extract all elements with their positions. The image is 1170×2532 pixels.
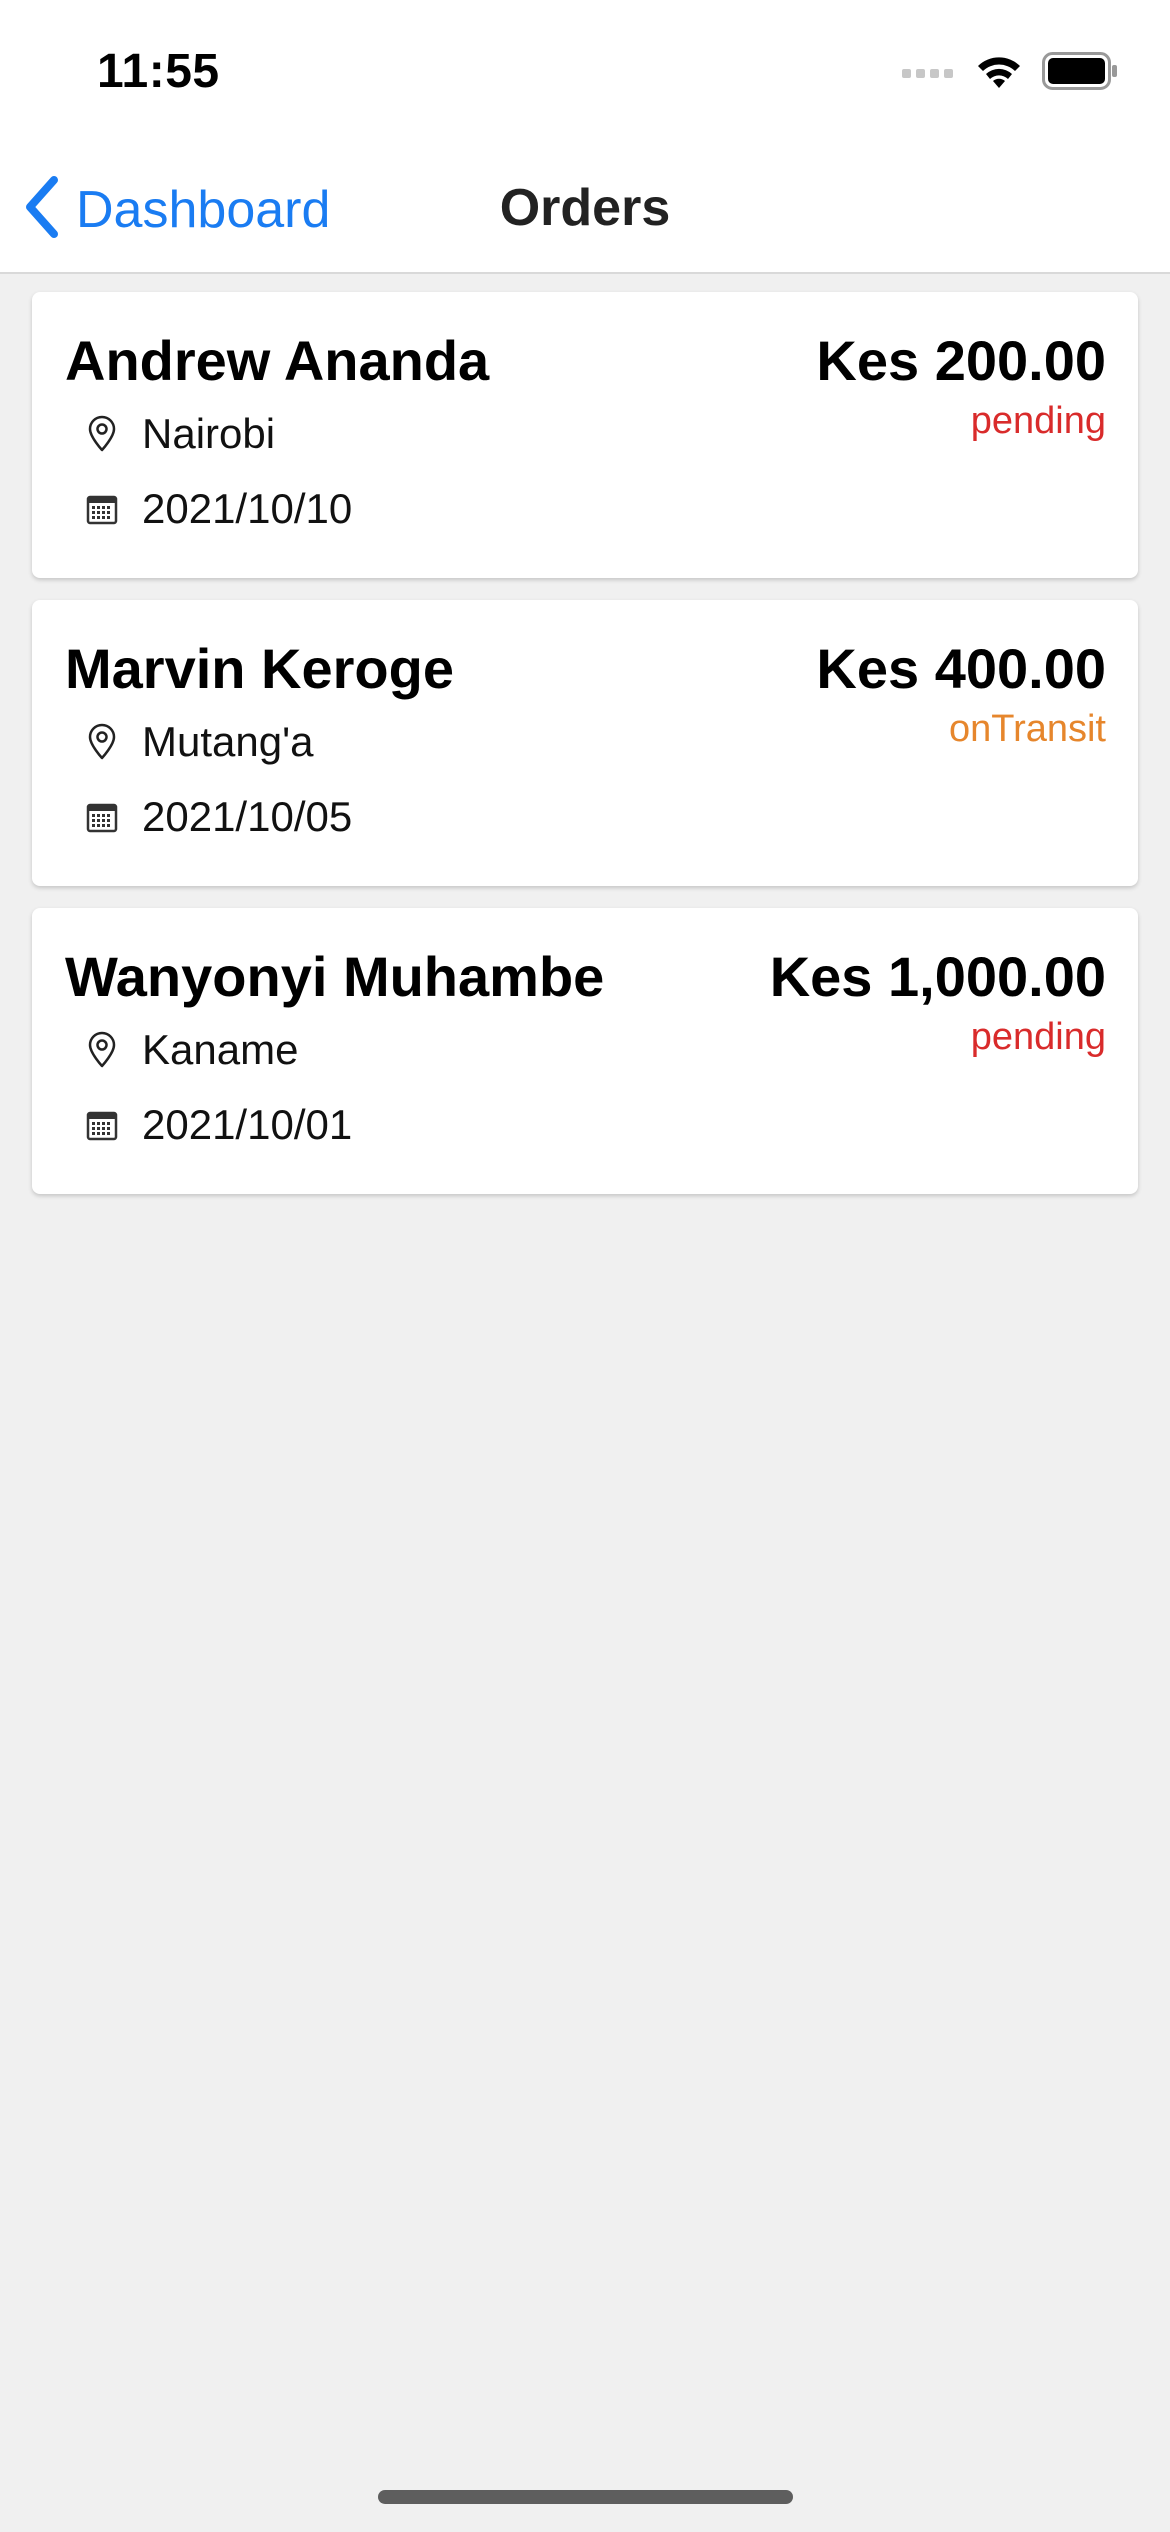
- calendar-icon: [84, 493, 120, 525]
- location-pin-icon: [84, 1031, 120, 1069]
- page-title: Orders: [499, 179, 671, 237]
- home-indicator[interactable]: [378, 2490, 793, 2504]
- location-pin-icon: [84, 415, 120, 453]
- order-status: onTransit: [949, 708, 1106, 750]
- order-status: pending: [970, 1016, 1106, 1058]
- cellular-signal-icon: [902, 64, 956, 83]
- orders-list: Andrew Ananda Kes 200.00 pending Nairobi: [32, 292, 1138, 1216]
- order-date: 2021/10/10: [84, 485, 352, 533]
- order-location: Nairobi: [84, 410, 275, 458]
- order-amount: Kes 200.00: [816, 329, 1106, 392]
- date-label: 2021/10/05: [142, 793, 353, 840]
- status-bar: 11:55: [0, 0, 1170, 140]
- customer-name: Andrew Ananda: [65, 329, 490, 392]
- order-amount: Kes 1,000.00: [769, 945, 1106, 1008]
- order-amount: Kes 400.00: [816, 637, 1106, 700]
- location-label: Nairobi: [142, 410, 276, 457]
- wifi-icon: [974, 52, 1024, 95]
- customer-name: Marvin Keroge: [65, 637, 454, 700]
- status-time: 11:55: [97, 45, 220, 98]
- calendar-icon: [84, 801, 120, 833]
- order-location: Mutang'a: [84, 718, 313, 766]
- location-label: Mutang'a: [142, 718, 314, 765]
- navigation-bar: Dashboard Orders: [0, 140, 1170, 274]
- order-card[interactable]: Wanyonyi Muhambe Kes 1,000.00 pending Ka…: [32, 908, 1138, 1194]
- battery-icon: [1042, 52, 1118, 95]
- order-date: 2021/10/01: [84, 1101, 352, 1149]
- order-status: pending: [970, 400, 1106, 442]
- order-card[interactable]: Marvin Keroge Kes 400.00 onTransit Mutan…: [32, 600, 1138, 886]
- order-card[interactable]: Andrew Ananda Kes 200.00 pending Nairobi: [32, 292, 1138, 578]
- date-label: 2021/10/01: [142, 1101, 353, 1148]
- order-location: Kaname: [84, 1026, 298, 1074]
- status-icons: [902, 52, 1118, 95]
- location-pin-icon: [84, 723, 120, 761]
- customer-name: Wanyonyi Muhambe: [65, 945, 605, 1008]
- calendar-icon: [84, 1109, 120, 1141]
- date-label: 2021/10/10: [142, 485, 353, 532]
- order-date: 2021/10/05: [84, 793, 352, 841]
- location-label: Kaname: [142, 1026, 299, 1073]
